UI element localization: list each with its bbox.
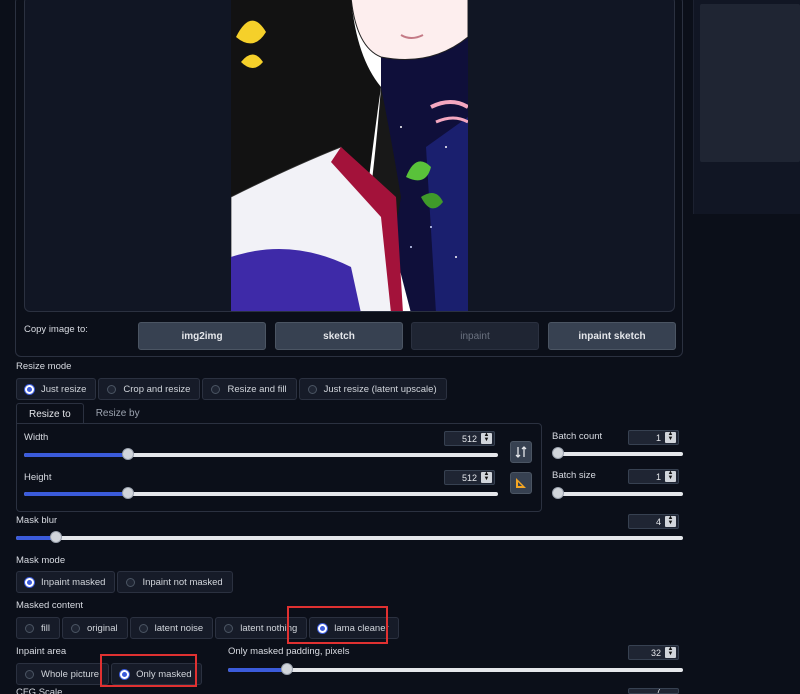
copy-image-label: Copy image to: <box>24 324 88 335</box>
padding-input[interactable]: 32 ▲ ▼ <box>628 645 679 660</box>
batch-size-value: 1 <box>655 471 661 482</box>
width-slider-fill <box>24 453 129 457</box>
width-label: Width <box>24 432 49 443</box>
resize-mode-radio-group: Just resize Crop and resize Resize and f… <box>16 378 449 400</box>
mask-mode-radio-group: Inpaint masked Inpaint not masked <box>16 571 235 593</box>
radio-dot-icon <box>126 577 136 587</box>
radio-dot-icon <box>307 384 317 394</box>
copy-to-inpaint-sketch-button[interactable]: inpaint sketch <box>548 322 676 350</box>
spinner-icon[interactable]: ▲ ▼ <box>481 432 492 444</box>
padding-slider-fill <box>228 668 288 672</box>
batch-count-slider-thumb[interactable] <box>552 447 564 459</box>
mask-mode-inpaint-masked[interactable]: Inpaint masked <box>16 571 116 593</box>
highlight-box-lama-cleaner <box>287 606 388 644</box>
option-label: Inpaint masked <box>41 576 106 588</box>
mask-mode-label: Mask mode <box>16 555 66 566</box>
spinner-icon[interactable]: ▲ ▼ <box>665 431 676 443</box>
padding-label: Only masked padding, pixels <box>228 646 350 657</box>
cfg-scale-value: 7 <box>655 688 661 694</box>
masked-content-label: Masked content <box>16 600 84 611</box>
padding-value: 32 <box>650 647 661 658</box>
mask-mode-inpaint-not-masked[interactable]: Inpaint not masked <box>117 571 233 593</box>
generated-image <box>231 0 468 311</box>
radio-dot-icon <box>70 623 80 633</box>
radio-dot-icon <box>25 669 34 679</box>
masked-content-fill[interactable]: fill <box>16 617 60 639</box>
option-label: Crop and resize <box>123 383 191 395</box>
batch-size-slider[interactable] <box>552 487 683 499</box>
inpaint-area-whole-picture[interactable]: Whole picture <box>16 663 110 685</box>
resize-mode-resize-and-fill[interactable]: Resize and fill <box>202 378 297 400</box>
height-value: 512 <box>461 472 477 483</box>
highlight-box-only-masked <box>100 654 197 687</box>
spinner-icon[interactable]: ▲ ▼ <box>481 471 492 483</box>
option-label: fill <box>41 622 50 634</box>
masked-content-original[interactable]: original <box>61 617 128 639</box>
width-slider[interactable] <box>24 448 498 460</box>
mask-blur-slider-thumb[interactable] <box>50 531 63 543</box>
resize-tabs: Resize to Resize by <box>16 403 152 424</box>
spinner-icon[interactable]: ▲ ▼ <box>665 515 676 527</box>
batch-size-label: Batch size <box>552 470 596 481</box>
mask-blur-slider[interactable] <box>16 531 683 543</box>
height-slider-fill <box>24 492 129 496</box>
resize-mode-label: Resize mode <box>16 361 72 372</box>
option-label: latent noise <box>154 622 204 634</box>
batch-count-label: Batch count <box>552 431 603 442</box>
radio-dot-icon <box>138 623 148 633</box>
radio-dot-icon <box>25 384 34 394</box>
masked-content-latent-noise[interactable]: latent noise <box>129 617 214 639</box>
spinner-icon[interactable]: ▲ ▼ <box>665 646 676 658</box>
copy-to-inpaint-button[interactable]: inpaint <box>411 322 539 350</box>
swap-arrows-icon <box>515 446 527 458</box>
triangle-ruler-icon <box>516 478 526 488</box>
swap-dimensions-button[interactable] <box>510 441 532 463</box>
image-viewer[interactable] <box>24 0 675 312</box>
tab-resize-to[interactable]: Resize to <box>16 403 84 424</box>
batch-count-slider[interactable] <box>552 447 683 459</box>
height-slider[interactable] <box>24 487 498 499</box>
option-label: Resize and fill <box>227 383 287 395</box>
cfg-scale-input[interactable]: 7 <box>628 688 679 694</box>
mask-blur-value: 4 <box>655 516 661 527</box>
radio-dot-icon <box>25 623 34 633</box>
batch-size-input[interactable]: 1 ▲ ▼ <box>628 469 679 484</box>
resize-mode-just-resize[interactable]: Just resize <box>16 378 97 400</box>
cfg-scale-label: CFG Scale <box>16 687 63 694</box>
batch-count-value: 1 <box>655 432 661 443</box>
height-input[interactable]: 512 ▲ ▼ <box>444 470 495 485</box>
radio-dot-icon <box>107 384 117 394</box>
option-label: Just resize <box>41 383 87 395</box>
output-gallery-placeholder <box>700 4 800 162</box>
option-label: Just resize (latent upscale) <box>323 383 437 395</box>
copy-to-sketch-button[interactable]: sketch <box>275 322 403 350</box>
padding-slider-thumb[interactable] <box>281 663 294 675</box>
tab-resize-by[interactable]: Resize by <box>84 403 152 424</box>
batch-size-slider-thumb[interactable] <box>552 487 564 499</box>
option-label: Whole picture <box>41 668 100 680</box>
inpaint-area-label: Inpaint area <box>16 646 67 657</box>
radio-dot-icon <box>224 623 234 633</box>
mask-blur-label: Mask blur <box>16 515 58 526</box>
resize-mode-latent-upscale[interactable]: Just resize (latent upscale) <box>298 378 447 400</box>
radio-dot-icon <box>211 384 221 394</box>
aspect-ratio-button[interactable] <box>510 472 532 494</box>
mask-blur-input[interactable]: 4 ▲ ▼ <box>628 514 679 529</box>
batch-count-input[interactable]: 1 ▲ ▼ <box>628 430 679 445</box>
copy-to-img2img-button[interactable]: img2img <box>138 322 266 350</box>
width-value: 512 <box>461 433 477 444</box>
option-label: original <box>86 622 118 634</box>
height-label: Height <box>24 472 52 483</box>
width-input[interactable]: 512 ▲ ▼ <box>444 431 495 446</box>
option-label: Inpaint not masked <box>142 576 223 588</box>
resize-mode-crop-and-resize[interactable]: Crop and resize <box>98 378 201 400</box>
spinner-icon[interactable]: ▲ ▼ <box>665 470 676 482</box>
radio-dot-icon <box>25 577 34 587</box>
padding-slider[interactable] <box>228 663 683 675</box>
